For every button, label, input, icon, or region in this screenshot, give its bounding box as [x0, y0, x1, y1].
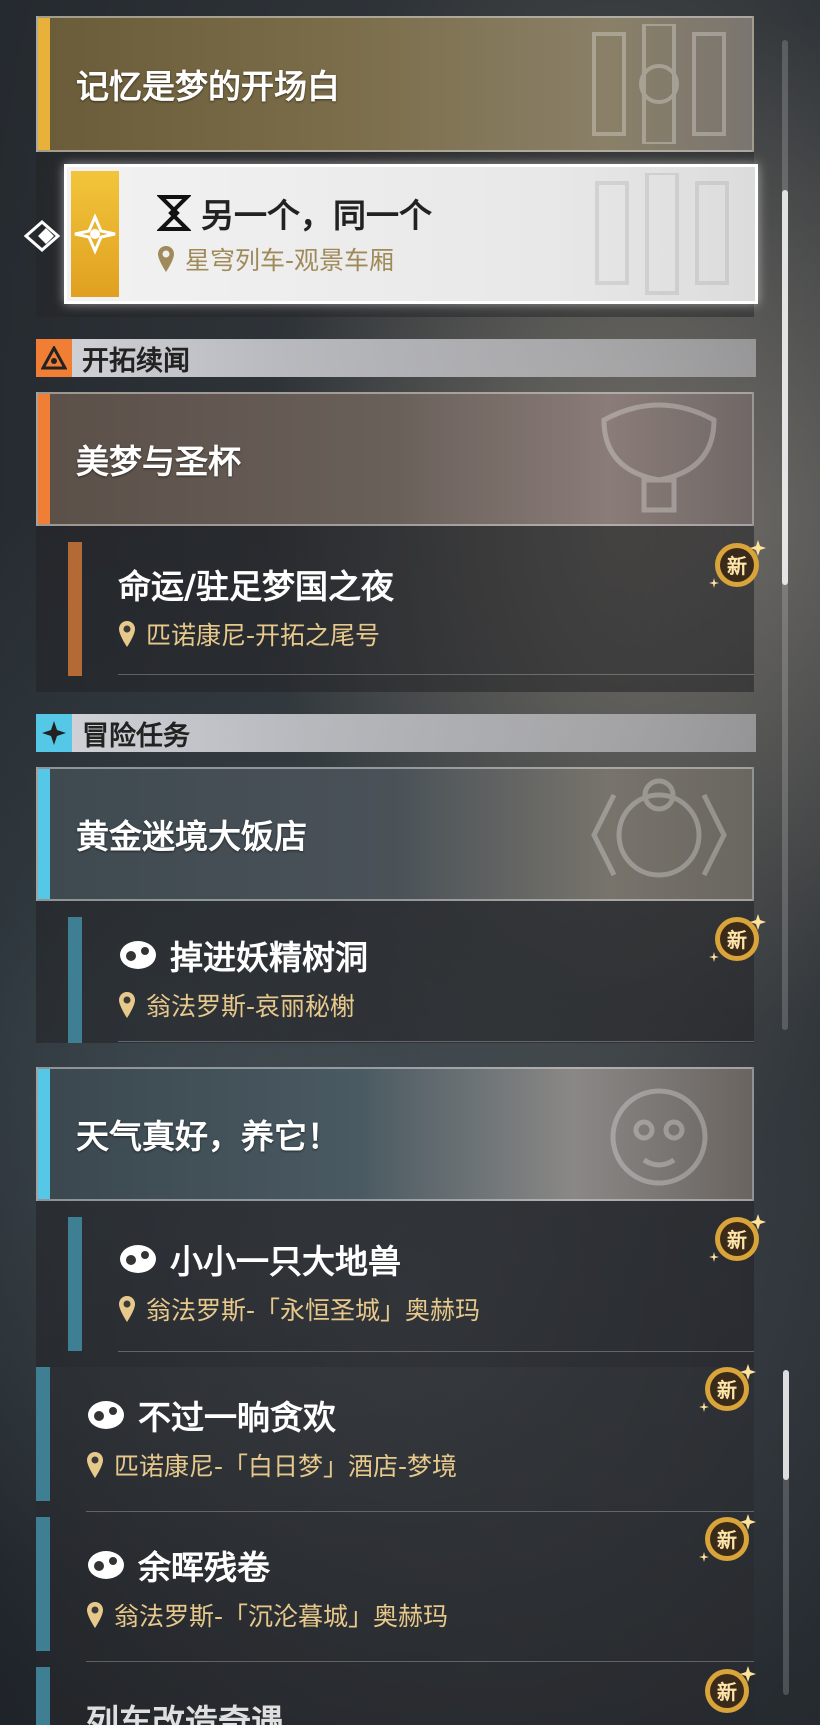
series-card[interactable]: 黄金迷境大饭店	[36, 767, 754, 901]
trailblaze-star-icon	[74, 213, 116, 255]
series-title: 黄金迷境大饭店	[76, 817, 307, 856]
quest-name: 列车改造奇遇	[86, 1702, 284, 1725]
quest-location-text: 翁法罗斯-「永恒圣城」奥赫玛	[146, 1296, 481, 1325]
series-accent-bar	[38, 1069, 50, 1199]
svg-text:新: 新	[727, 1228, 747, 1252]
adventure-star-icon	[36, 714, 72, 752]
quest-row[interactable]: 余晖残卷 翁法罗斯-「沉沦暮城」奥赫玛	[36, 1517, 754, 1667]
quest-location: 匹诺康尼-「白日梦」酒店-梦境	[86, 1447, 457, 1483]
group-header-trailblaze: 开拓续闻	[36, 339, 756, 377]
new-badge-icon: 新	[709, 540, 766, 588]
quest-location: 翁法罗斯-「沉沦暮城」奥赫玛	[86, 1597, 448, 1633]
quest-location: 翁法罗斯-哀丽秘榭	[118, 987, 355, 1023]
quest-type-tile	[71, 171, 119, 297]
adventure-mask-icon	[88, 1551, 124, 1579]
quest-accent-bar	[68, 917, 82, 1043]
hourglass-icon	[157, 195, 191, 231]
series-accent-bar	[38, 394, 50, 524]
scrollbar-thumb[interactable]	[782, 190, 788, 585]
adventure-mask-icon	[88, 1401, 124, 1429]
divider	[118, 674, 754, 675]
quest-location-text: 匹诺康尼-「白日梦」酒店-梦境	[114, 1452, 458, 1481]
series-accent-bar	[38, 18, 50, 150]
series-accent-bar	[38, 769, 50, 899]
series-card[interactable]: 美梦与圣杯	[36, 392, 754, 526]
location-pin-icon	[158, 246, 174, 272]
series-title: 记忆是梦的开场白	[76, 67, 340, 106]
quest-location: 翁法罗斯-「永恒圣城」奥赫玛	[118, 1291, 480, 1327]
quest-row[interactable]: 不过一晌贪欢 匹诺康尼-「白日梦」酒店-梦境	[36, 1367, 754, 1517]
quest-name: 命运/驻足梦国之夜	[118, 567, 395, 606]
svg-text:新: 新	[717, 1680, 737, 1704]
quest-accent-bar	[68, 542, 82, 676]
svg-text:新: 新	[727, 554, 747, 578]
quest-row[interactable]: 命运/驻足梦国之夜 匹诺康尼-开拓之尾号	[36, 526, 754, 692]
series-emblem-icon	[595, 173, 729, 295]
divider	[86, 1511, 754, 1512]
svg-text:新: 新	[717, 1528, 737, 1552]
quest-location: 匹诺康尼-开拓之尾号	[118, 616, 380, 652]
quest-name-text: 另一个，同一个	[201, 196, 432, 235]
quest-row[interactable]: 列车改造奇遇	[36, 1667, 754, 1725]
adventure-mask-icon	[120, 1245, 156, 1273]
group-label: 开拓续闻	[82, 345, 190, 377]
quest-row-selected[interactable]: 另一个，同一个 星穹列车-观景车厢	[64, 164, 758, 304]
location-pin-icon	[87, 1602, 103, 1628]
quest-location-text: 星穹列车-观景车厢	[185, 246, 395, 275]
quest-name: 另一个，同一个	[157, 189, 432, 237]
quest-name: 余晖残卷	[86, 1541, 270, 1589]
creature-emblem-icon	[610, 1088, 708, 1186]
series-title: 天气真好，养它！	[76, 1117, 340, 1156]
quest-row[interactable]: 小小一只大地兽 翁法罗斯-「永恒圣城」奥赫玛	[36, 1201, 754, 1367]
quest-accent-bar	[68, 1217, 82, 1351]
quest-name-text: 不过一晌贪欢	[138, 1398, 336, 1437]
location-pin-icon	[119, 1296, 135, 1322]
series-title: 美梦与圣杯	[76, 442, 241, 481]
new-badge-icon: 新	[699, 1514, 756, 1562]
svg-text:新: 新	[727, 928, 747, 952]
quest-name: 不过一晌贪欢	[86, 1391, 336, 1439]
hotel-emblem-icon	[591, 778, 727, 878]
quest-name-text: 余晖残卷	[138, 1548, 270, 1587]
new-badge-icon: 新	[709, 914, 766, 962]
quest-location-text: 翁法罗斯-哀丽秘榭	[146, 992, 356, 1021]
quest-name-text: 小小一只大地兽	[170, 1242, 401, 1281]
new-badge-icon: 新	[709, 1214, 766, 1262]
scrollbar-thumb-lower[interactable]	[783, 1370, 789, 1480]
group-header-adventure: 冒险任务	[36, 714, 756, 752]
location-pin-icon	[119, 992, 135, 1018]
location-pin-icon	[119, 621, 135, 647]
quest-name: 掉进妖精树洞	[118, 931, 368, 979]
quest-location-text: 匹诺康尼-开拓之尾号	[146, 621, 381, 650]
quest-location-text: 翁法罗斯-「沉沦暮城」奥赫玛	[114, 1602, 449, 1631]
series-card[interactable]: 天气真好，养它！	[36, 1067, 754, 1201]
selection-arrow-icon	[24, 220, 61, 252]
quest-location: 星穹列车-观景车厢	[157, 241, 394, 277]
quest-name-text: 掉进妖精树洞	[170, 938, 368, 977]
quest-name: 小小一只大地兽	[118, 1235, 401, 1283]
divider	[118, 1351, 754, 1352]
quest-accent-bar	[36, 1667, 50, 1725]
new-badge-icon: 新	[705, 1666, 756, 1713]
group-label: 冒险任务	[82, 720, 190, 752]
adventure-mask-icon	[120, 941, 156, 969]
divider	[86, 1661, 754, 1662]
svg-text:新: 新	[717, 1378, 737, 1402]
location-pin-icon	[87, 1452, 103, 1478]
new-badge-icon: 新	[699, 1364, 756, 1412]
quest-accent-bar	[36, 1517, 50, 1651]
quest-accent-bar	[36, 1367, 50, 1501]
quest-row[interactable]: 掉进妖精树洞 翁法罗斯-哀丽秘榭	[36, 901, 754, 1043]
series-card-active[interactable]: 记忆是梦的开场白	[36, 16, 754, 152]
grail-emblem-icon	[601, 402, 717, 513]
trailblaze-triangle-icon	[36, 339, 72, 377]
divider	[118, 1041, 754, 1042]
series-emblem-icon	[592, 24, 726, 144]
